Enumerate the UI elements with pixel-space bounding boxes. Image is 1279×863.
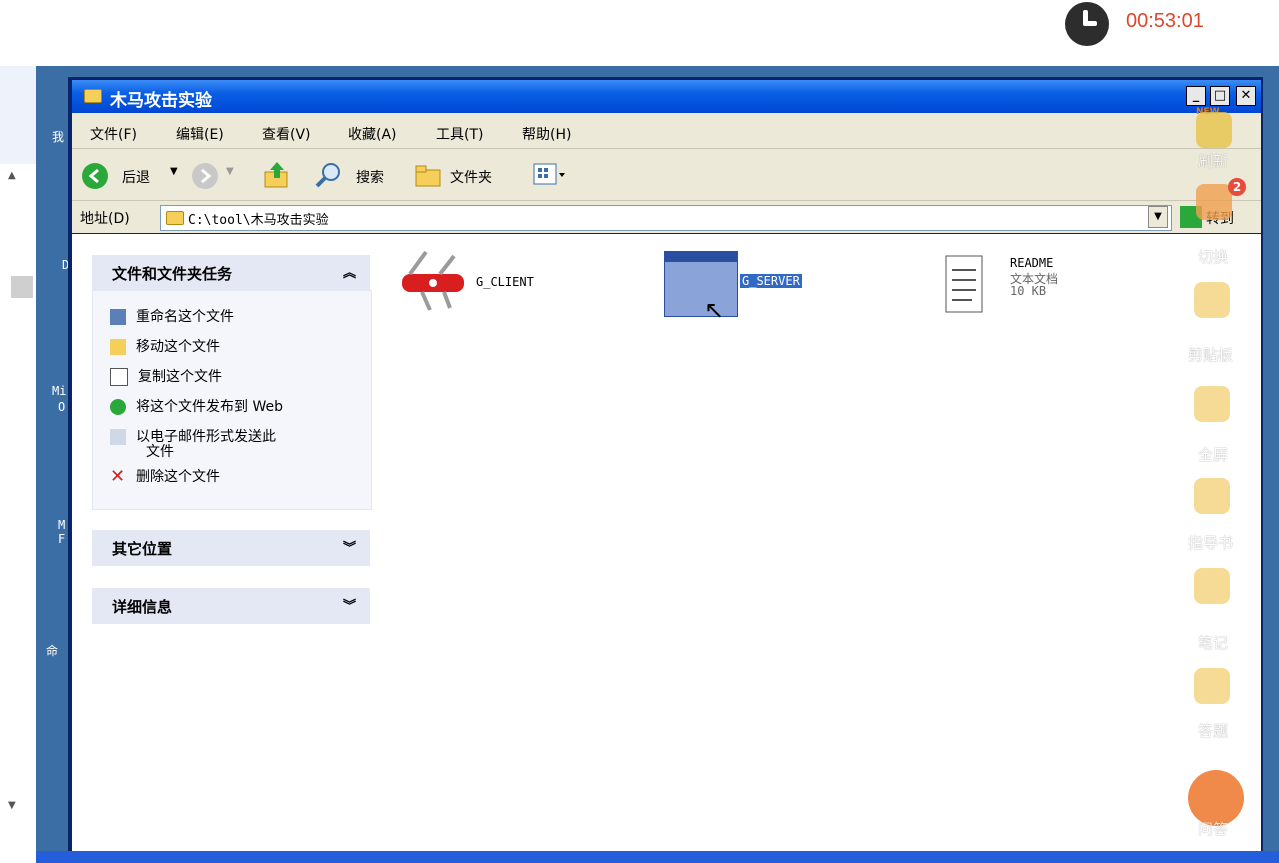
switch-icon[interactable] bbox=[1196, 184, 1232, 220]
rail-fullscreen[interactable]: 全屏 bbox=[1198, 444, 1228, 465]
task-publish-web[interactable]: 将这个文件发布到 Web bbox=[110, 396, 283, 416]
task-rename[interactable]: 重命名这个文件 bbox=[110, 306, 234, 326]
task-label: 将这个文件发布到 Web bbox=[136, 399, 283, 415]
task-move[interactable]: 移动这个文件 bbox=[110, 336, 220, 356]
file-name-g-server[interactable]: G_SERVER bbox=[740, 274, 802, 288]
rail-answer[interactable]: 答题 bbox=[1198, 720, 1228, 741]
menu-help[interactable]: 帮助(H) bbox=[522, 124, 571, 144]
rail-guide[interactable]: 指导书 bbox=[1188, 532, 1233, 553]
swiss-knife-icon[interactable] bbox=[400, 250, 466, 312]
back-label[interactable]: 后退 bbox=[122, 167, 150, 187]
address-dropdown-icon[interactable]: ▼ bbox=[1148, 206, 1168, 228]
scissors-icon[interactable] bbox=[1194, 282, 1230, 318]
refresh-icon[interactable] bbox=[1196, 112, 1232, 148]
app-window-icon[interactable] bbox=[664, 251, 738, 317]
task-label: 重命名这个文件 bbox=[136, 309, 234, 325]
back-arrow-icon[interactable] bbox=[82, 163, 108, 189]
address-label: 地址(D) bbox=[80, 211, 130, 227]
menu-file[interactable]: 文件(F) bbox=[90, 124, 137, 144]
folders-label[interactable]: 文件夹 bbox=[450, 167, 492, 187]
file-tasks-title: 文件和文件夹任务 bbox=[112, 265, 233, 283]
window-titlebar[interactable] bbox=[72, 80, 1261, 113]
minimize-button[interactable]: _ bbox=[1186, 86, 1206, 106]
back-dropdown-icon[interactable]: ▼ bbox=[170, 166, 178, 177]
expand-chevron-icon[interactable]: ︾ bbox=[343, 537, 356, 556]
task-email-cont[interactable]: 文件 bbox=[146, 441, 174, 461]
folder-icon bbox=[84, 89, 102, 103]
other-places-title: 其它位置 bbox=[112, 540, 173, 558]
scroll-down-arrow-icon[interactable]: ▼ bbox=[8, 800, 16, 811]
forward-dropdown-icon[interactable]: ▼ bbox=[226, 166, 234, 177]
views-icon[interactable] bbox=[532, 161, 566, 189]
menu-bar bbox=[72, 113, 1261, 149]
task-email[interactable]: 以电子邮件形式发送此 bbox=[110, 426, 276, 446]
rail-notes[interactable]: 笔记 bbox=[1198, 632, 1228, 653]
folder-icon bbox=[166, 211, 184, 225]
email-icon bbox=[110, 429, 126, 445]
folders-icon[interactable] bbox=[414, 160, 444, 190]
scroll-thumb[interactable] bbox=[11, 276, 33, 298]
desktop-label: F bbox=[58, 532, 66, 546]
search-icon[interactable] bbox=[314, 160, 344, 190]
task-delete[interactable]: ✕ 删除这个文件 bbox=[110, 466, 220, 486]
rail-switch[interactable]: 切换 bbox=[1198, 246, 1228, 267]
fullscreen-icon[interactable] bbox=[1194, 386, 1230, 422]
menu-edit[interactable]: 编辑(E) bbox=[176, 124, 224, 144]
notification-badge: 2 bbox=[1228, 178, 1246, 196]
details-title: 详细信息 bbox=[112, 598, 173, 616]
maximize-button[interactable]: □ bbox=[1210, 86, 1230, 106]
desktop-label: 命 bbox=[46, 644, 59, 658]
file-tasks-header[interactable]: 文件和文件夹任务 ︽ bbox=[92, 255, 370, 291]
up-folder-icon[interactable] bbox=[262, 160, 292, 190]
guide-book-icon[interactable] bbox=[1194, 478, 1230, 514]
rename-icon bbox=[110, 309, 126, 325]
pencil-icon[interactable] bbox=[1194, 568, 1230, 604]
other-places-header[interactable]: 其它位置 ︾ bbox=[92, 530, 370, 566]
move-icon bbox=[110, 339, 126, 355]
task-label: 删除这个文件 bbox=[136, 469, 220, 485]
task-label: 移动这个文件 bbox=[136, 339, 220, 355]
collapse-chevron-icon[interactable]: ︽ bbox=[343, 262, 356, 281]
mouse-cursor-icon: ↖ bbox=[704, 296, 725, 324]
rail-refresh[interactable]: 刷新 bbox=[1198, 150, 1228, 171]
forward-arrow-icon[interactable] bbox=[192, 163, 218, 189]
copy-icon bbox=[110, 368, 128, 386]
answer-icon[interactable] bbox=[1194, 668, 1230, 704]
address-value[interactable]: C:\tool\木马攻击实验 bbox=[188, 209, 329, 228]
close-button[interactable]: ✕ bbox=[1236, 86, 1256, 106]
file-name-g-client[interactable]: G_CLIENT bbox=[476, 275, 534, 289]
desktop-label: M bbox=[58, 518, 66, 532]
menu-favorites[interactable]: 收藏(A) bbox=[348, 124, 397, 144]
desktop-label: 我 bbox=[52, 130, 65, 144]
menu-view[interactable]: 查看(V) bbox=[262, 124, 311, 144]
task-label: 复制这个文件 bbox=[138, 369, 222, 385]
scroll-up-arrow-icon[interactable]: ▲ bbox=[8, 170, 16, 181]
toolbar bbox=[72, 149, 1261, 201]
desktop-label: Mi bbox=[52, 384, 67, 398]
taskbar bbox=[36, 851, 1279, 863]
task-copy[interactable]: 复制这个文件 bbox=[110, 366, 222, 386]
globe-icon bbox=[110, 399, 126, 415]
file-size-readme: 10 KB bbox=[1010, 284, 1047, 298]
window-title: 木马攻击实验 bbox=[110, 91, 212, 111]
desktop-label: O bbox=[58, 400, 66, 414]
delete-x-icon: ✕ bbox=[110, 466, 126, 487]
details-header[interactable]: 详细信息 ︾ bbox=[92, 588, 370, 624]
rail-ask[interactable]: 问答 bbox=[1198, 818, 1228, 839]
search-label[interactable]: 搜索 bbox=[356, 167, 384, 187]
notepad-icon[interactable] bbox=[942, 252, 988, 316]
expand-chevron-icon[interactable]: ︾ bbox=[343, 595, 356, 614]
menu-tools[interactable]: 工具(T) bbox=[436, 124, 483, 144]
rail-clipboard[interactable]: 剪贴板 bbox=[1188, 344, 1233, 365]
left-strip bbox=[0, 66, 36, 164]
timer-text: 00:53:01 bbox=[1126, 10, 1204, 32]
timer-icon bbox=[1065, 2, 1109, 46]
file-name-readme[interactable]: README bbox=[1010, 256, 1053, 270]
